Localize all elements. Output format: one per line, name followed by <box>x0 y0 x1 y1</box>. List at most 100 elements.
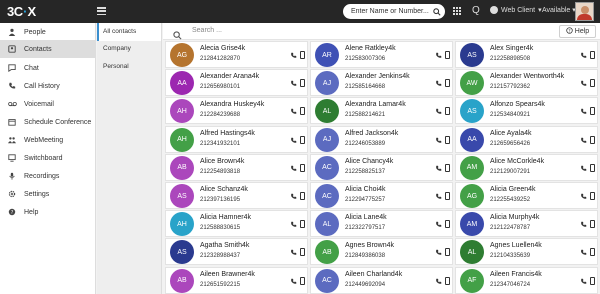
mobile-icon[interactable] <box>300 248 305 257</box>
phone-icon[interactable] <box>435 249 442 256</box>
phone-icon[interactable] <box>435 221 442 228</box>
mobile-icon[interactable] <box>300 220 305 229</box>
phone-icon[interactable] <box>290 249 297 256</box>
search-icon[interactable] <box>429 4 445 19</box>
mobile-icon[interactable] <box>445 135 450 144</box>
user-avatar[interactable] <box>575 2 594 21</box>
phone-icon[interactable] <box>580 221 587 228</box>
phone-icon[interactable] <box>435 165 442 172</box>
phone-icon[interactable] <box>435 52 442 59</box>
mobile-icon[interactable] <box>300 51 305 59</box>
sidebar-item-webmeeting[interactable]: WebMeeting <box>0 131 96 149</box>
mobile-icon[interactable] <box>445 220 450 229</box>
mobile-icon[interactable] <box>300 163 305 172</box>
mobile-icon[interactable] <box>590 135 595 144</box>
mobile-icon[interactable] <box>445 192 450 200</box>
phone-icon[interactable] <box>290 108 297 115</box>
mobile-icon[interactable] <box>590 220 595 229</box>
phone-icon[interactable] <box>435 80 442 87</box>
sidebar-item-schedule-conference[interactable]: Schedule Conference <box>0 113 96 131</box>
mobile-icon[interactable] <box>590 248 595 257</box>
contact-card[interactable]: AC Alice Chancy4k 212258825137 <box>310 153 453 181</box>
sidebar-item-recordings[interactable]: Recordings <box>0 167 96 185</box>
web-client-button[interactable]: Web Client ▾ <box>490 6 542 14</box>
mobile-icon[interactable] <box>445 79 450 88</box>
contact-card[interactable]: AR Alene Ratkley4k 212583007306 <box>310 41 453 68</box>
contact-card[interactable]: AB Aileen Brawner4k 212651592215 <box>165 266 308 294</box>
contact-card[interactable]: AJ Alexander Jenkins4k 212585164668 <box>310 69 453 97</box>
contact-card[interactable]: AC Alicia Choi4k 212294775257 <box>310 182 453 209</box>
phone-icon[interactable] <box>435 278 442 285</box>
contact-card[interactable]: AL Alexandra Lamar4k 212588214621 <box>310 97 453 125</box>
filter-personal[interactable]: Personal <box>97 58 161 76</box>
sidebar-item-chat[interactable]: Chat <box>0 59 96 77</box>
contact-card[interactable]: AF Aileen Francis4k 212347046724 <box>455 266 598 294</box>
phone-icon[interactable] <box>580 80 587 87</box>
status-dropdown[interactable]: Available ▾ <box>542 6 576 14</box>
mobile-icon[interactable] <box>300 79 305 88</box>
contact-card[interactable]: AH Alicia Hamner4k 212588830615 <box>165 210 308 238</box>
contact-card[interactable]: AH Alexandra Huskey4k 212284239688 <box>165 97 308 125</box>
contact-card[interactable]: AB Alice Brown4k 212254893818 <box>165 153 308 181</box>
mobile-icon[interactable] <box>445 107 450 116</box>
contact-card[interactable]: AW Alexander Wentworth4k 212157792362 <box>455 69 598 97</box>
mobile-icon[interactable] <box>445 163 450 172</box>
contacts-search-bar[interactable]: Search ... <box>163 23 600 40</box>
mobile-icon[interactable] <box>590 79 595 88</box>
contact-card[interactable]: AG Alecia Grise4k 212841282870 <box>165 41 308 68</box>
contact-card[interactable]: AA Alice Ayala4k 212659656426 <box>455 125 598 153</box>
phone-icon[interactable] <box>580 249 587 256</box>
mobile-icon[interactable] <box>445 276 450 285</box>
contact-card[interactable]: AL Alicia Lane4k 212322797517 <box>310 210 453 238</box>
phone-icon[interactable] <box>290 52 297 59</box>
mobile-icon[interactable] <box>590 192 595 200</box>
contact-card[interactable]: AM Alicia Murphy4k 212122478787 <box>455 210 598 238</box>
sidebar-item-contacts[interactable]: Contacts <box>0 40 96 58</box>
contact-card[interactable]: AH Alfred Hastings4k 212341932101 <box>165 125 308 153</box>
sidebar-item-help[interactable]: ? Help <box>0 203 96 221</box>
contact-card[interactable]: AG Alicia Green4k 212255439252 <box>455 182 598 209</box>
contact-card[interactable]: AS Alice Schanz4k 212397136195 <box>165 182 308 209</box>
phone-icon[interactable] <box>290 193 297 200</box>
contact-card[interactable]: AS Agatha Smith4k 212328988437 <box>165 238 308 266</box>
filter-all-contacts[interactable]: All contacts <box>97 23 161 41</box>
phone-icon[interactable] <box>290 221 297 228</box>
mobile-icon[interactable] <box>445 51 450 59</box>
phone-icon[interactable] <box>435 108 442 115</box>
phone-icon[interactable] <box>580 137 587 144</box>
queue-icon[interactable]: Q <box>472 5 480 16</box>
mobile-icon[interactable] <box>300 107 305 116</box>
mobile-icon[interactable] <box>300 135 305 144</box>
phone-icon[interactable] <box>290 137 297 144</box>
contact-card[interactable]: AJ Alfred Jackson4k 212246053889 <box>310 125 453 153</box>
phone-icon[interactable] <box>435 193 442 200</box>
phone-icon[interactable] <box>290 165 297 172</box>
phone-icon[interactable] <box>580 193 587 200</box>
contact-card[interactable]: AM Alice McCorkle4k 212129007291 <box>455 153 598 181</box>
mobile-icon[interactable] <box>300 276 305 285</box>
help-button[interactable]: ? Help <box>559 25 596 38</box>
global-search-input[interactable]: Enter Name or Number... <box>343 4 445 19</box>
contact-card[interactable]: AB Agnes Brown4k 212849386038 <box>310 238 453 266</box>
filter-company[interactable]: Company <box>97 40 161 58</box>
mobile-icon[interactable] <box>445 248 450 257</box>
contacts-search-input[interactable]: Search ... <box>192 27 222 34</box>
sidebar-item-voicemail[interactable]: Voicemail <box>0 95 96 113</box>
contact-card[interactable]: AA Alexander Arana4k 212656980101 <box>165 69 308 97</box>
mobile-icon[interactable] <box>590 107 595 116</box>
contact-card[interactable]: AS Alfonzo Spears4k 212534840921 <box>455 97 598 125</box>
contact-card[interactable]: AC Aileen Charland4k 212449692094 <box>310 266 453 294</box>
contact-card[interactable]: AS Alex Singer4k 212258898508 <box>455 41 598 68</box>
contact-card[interactable]: AL Agnes Luellen4k 212104335639 <box>455 238 598 266</box>
phone-icon[interactable] <box>290 278 297 285</box>
phone-icon[interactable] <box>580 278 587 285</box>
mobile-icon[interactable] <box>590 276 595 285</box>
sidebar-item-call-history[interactable]: Call History <box>0 77 96 95</box>
sidebar-item-switchboard[interactable]: Switchboard <box>0 149 96 167</box>
hamburger-menu-icon[interactable] <box>97 7 106 15</box>
mobile-icon[interactable] <box>300 192 305 200</box>
mobile-icon[interactable] <box>590 51 595 59</box>
phone-icon[interactable] <box>290 80 297 87</box>
sidebar-item-settings[interactable]: Settings <box>0 185 96 203</box>
phone-icon[interactable] <box>435 137 442 144</box>
